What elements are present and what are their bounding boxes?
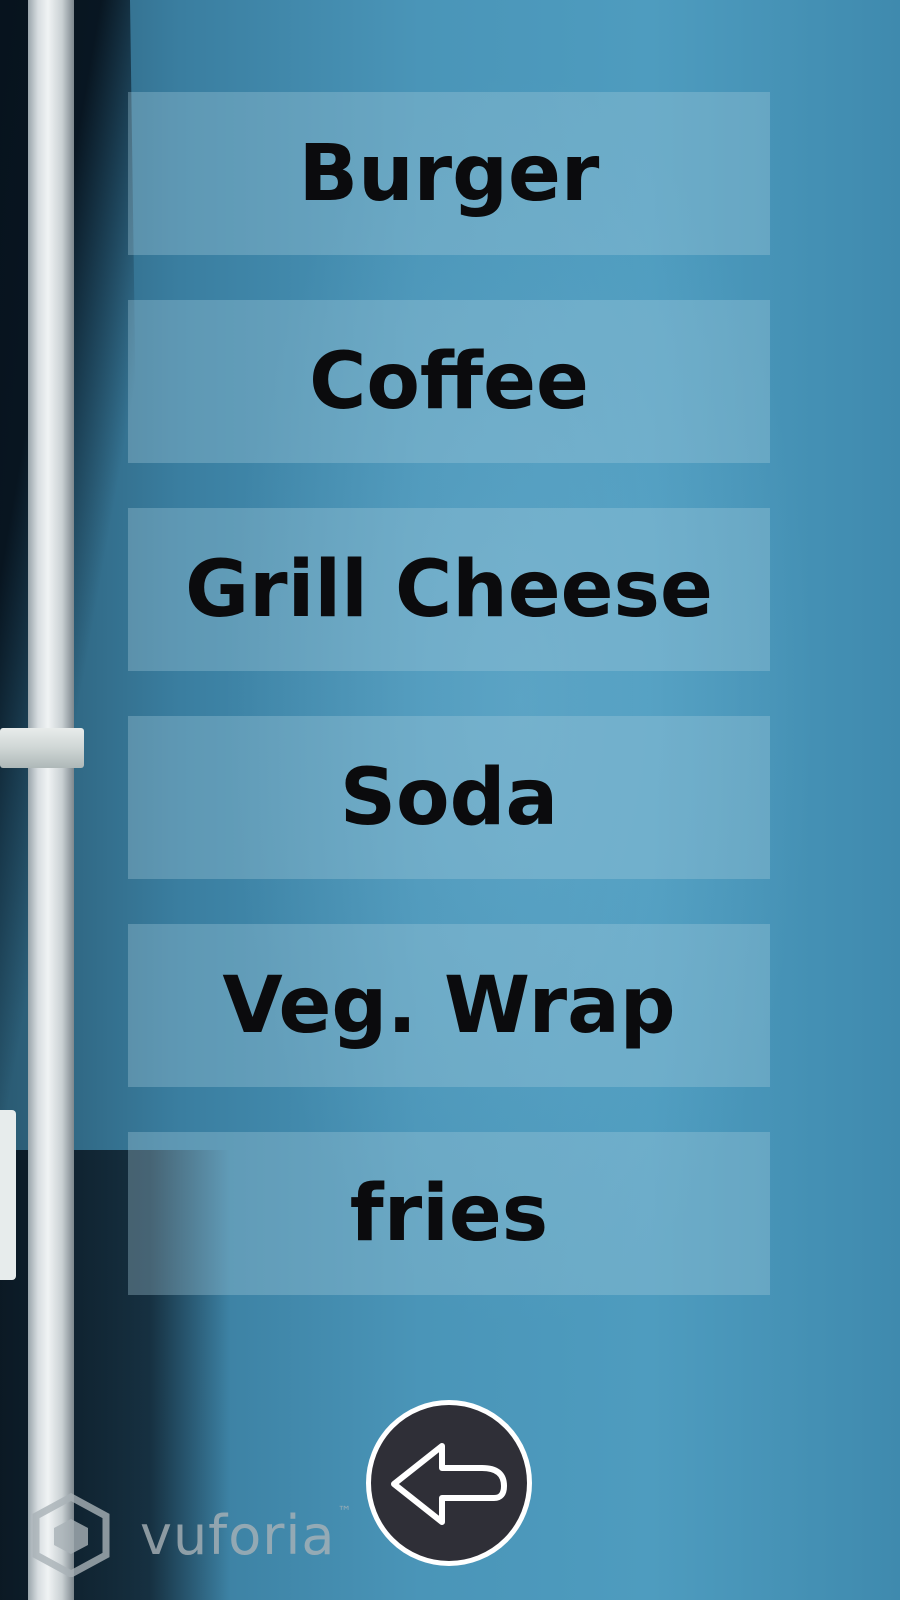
food-menu: Burger Coffee Grill Cheese Soda Veg. Wra… [128, 92, 770, 1295]
menu-item-label: Soda [339, 752, 559, 843]
menu-item-burger[interactable]: Burger [128, 92, 770, 255]
vuforia-cube-icon [32, 1493, 110, 1577]
menu-item-grill-cheese[interactable]: Grill Cheese [128, 508, 770, 671]
menu-item-veg-wrap[interactable]: Veg. Wrap [128, 924, 770, 1087]
menu-item-fries[interactable]: fries [128, 1132, 770, 1295]
menu-item-label: Veg. Wrap [222, 960, 676, 1051]
vuforia-logo: vuforia ™ [32, 1490, 362, 1580]
menu-item-soda[interactable]: Soda [128, 716, 770, 879]
vuforia-wordmark: vuforia ™ [140, 1503, 353, 1567]
menu-item-label: Coffee [309, 336, 589, 427]
menu-item-label: Burger [298, 128, 600, 219]
window-frame-clip [0, 728, 84, 768]
back-arrow-icon [391, 1443, 507, 1525]
window-frame-bar [28, 0, 74, 1600]
menu-item-coffee[interactable]: Coffee [128, 300, 770, 463]
back-button[interactable] [366, 1400, 532, 1566]
window-frame-tab [0, 1110, 16, 1280]
menu-item-label: fries [349, 1168, 549, 1259]
menu-item-label: Grill Cheese [185, 544, 713, 635]
